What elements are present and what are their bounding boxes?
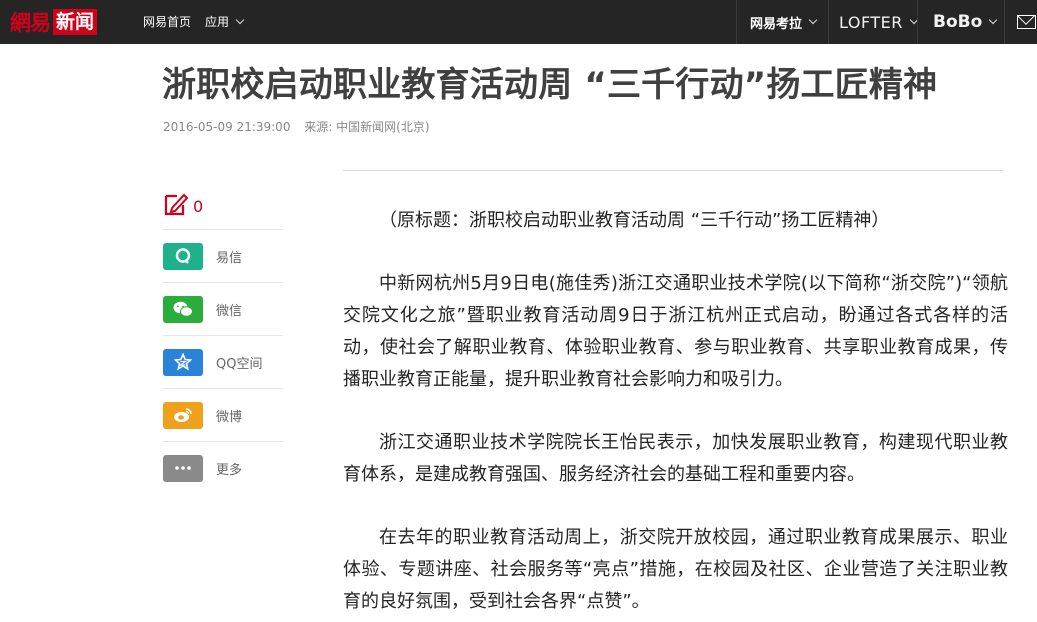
article-meta: 2016-05-09 21:39:00 来源: 中国新闻网(北京)	[163, 118, 430, 135]
chevron-down-icon	[235, 15, 245, 25]
article-paragraph: （原标题：浙职校启动职业教育活动周 “三千行动”扬工匠精神）	[379, 210, 890, 231]
wechat-icon	[163, 295, 203, 323]
logo-netease-text: 網易	[10, 10, 51, 35]
bobo-label: BoBo	[933, 12, 983, 32]
apps-menu[interactable]: 应用	[205, 0, 245, 44]
share-label: 微信	[216, 303, 243, 319]
share-weibo[interactable]: 微博	[163, 388, 283, 441]
lofter-menu[interactable]: LOFTER	[839, 0, 919, 44]
article-paragraph: 中新网杭州5月9日电(施佳秀)浙江交通职业技术学院(以下简称“浙交院”)“领航交…	[343, 273, 1008, 390]
article-body: （原标题：浙职校启动职业教育活动周 “三千行动”扬工匠精神） 中新网杭州5月9日…	[343, 205, 1008, 622]
netease-home-link[interactable]: 网易首页	[143, 0, 191, 44]
comment-count: 0	[193, 196, 204, 216]
nav-divider	[1004, 0, 1005, 44]
share-label: 微博	[216, 409, 243, 425]
article-source: 来源: 中国新闻网(北京)	[304, 120, 430, 134]
nav-divider	[736, 0, 737, 44]
logo-news-text: 新闻	[53, 9, 98, 35]
lofter-label: LOFTER	[839, 12, 903, 32]
kaola-label: 网易考拉	[750, 16, 803, 32]
nav-divider	[828, 0, 829, 44]
netease-news-logo[interactable]: 網易 新闻	[10, 8, 98, 36]
article-paragraph: 浙江交通职业技术学院院长王怡民表示，加快发展职业教育，构建现代职业教育体系，是建…	[343, 432, 1008, 485]
chevron-down-icon	[808, 15, 818, 25]
chevron-down-icon	[989, 15, 998, 25]
share-wechat[interactable]: 微信	[163, 282, 283, 335]
content-divider	[343, 170, 1003, 171]
share-yixin[interactable]: 易信	[163, 229, 283, 282]
article-paragraph: 在去年的职业教育活动周上，浙交院开放校园，通过职业教育成果展示、职业体验、专题讲…	[343, 527, 1008, 612]
bobo-menu[interactable]: BoBo	[933, 0, 998, 44]
share-list: 易信 微信 QQ空间 微博 更多	[163, 229, 283, 494]
qzone-icon	[163, 348, 203, 376]
nav-divider	[917, 0, 918, 44]
mail-link[interactable]	[1017, 0, 1037, 44]
share-label: QQ空间	[216, 356, 263, 372]
mail-icon	[1017, 15, 1036, 29]
apps-menu-label: 应用	[205, 15, 230, 29]
comment-edit-icon	[164, 193, 189, 216]
article-title: 浙职校启动职业教育活动周 “三千行动”扬工匠精神	[162, 65, 938, 105]
article-datetime: 2016-05-09 21:39:00	[163, 120, 291, 134]
share-label: 更多	[216, 462, 243, 478]
share-more[interactable]: 更多	[163, 441, 283, 494]
weibo-icon	[163, 401, 203, 429]
share-label: 易信	[216, 250, 243, 266]
yixin-icon	[163, 242, 203, 270]
kaola-menu[interactable]: 网易考拉	[750, 0, 818, 44]
top-nav-bar: 網易 新闻 网易首页 应用 网易考拉 LOFTER BoBo	[0, 0, 1037, 44]
comment-button[interactable]: 0	[163, 192, 203, 218]
share-qzone[interactable]: QQ空间	[163, 335, 283, 388]
more-icon	[163, 454, 203, 482]
